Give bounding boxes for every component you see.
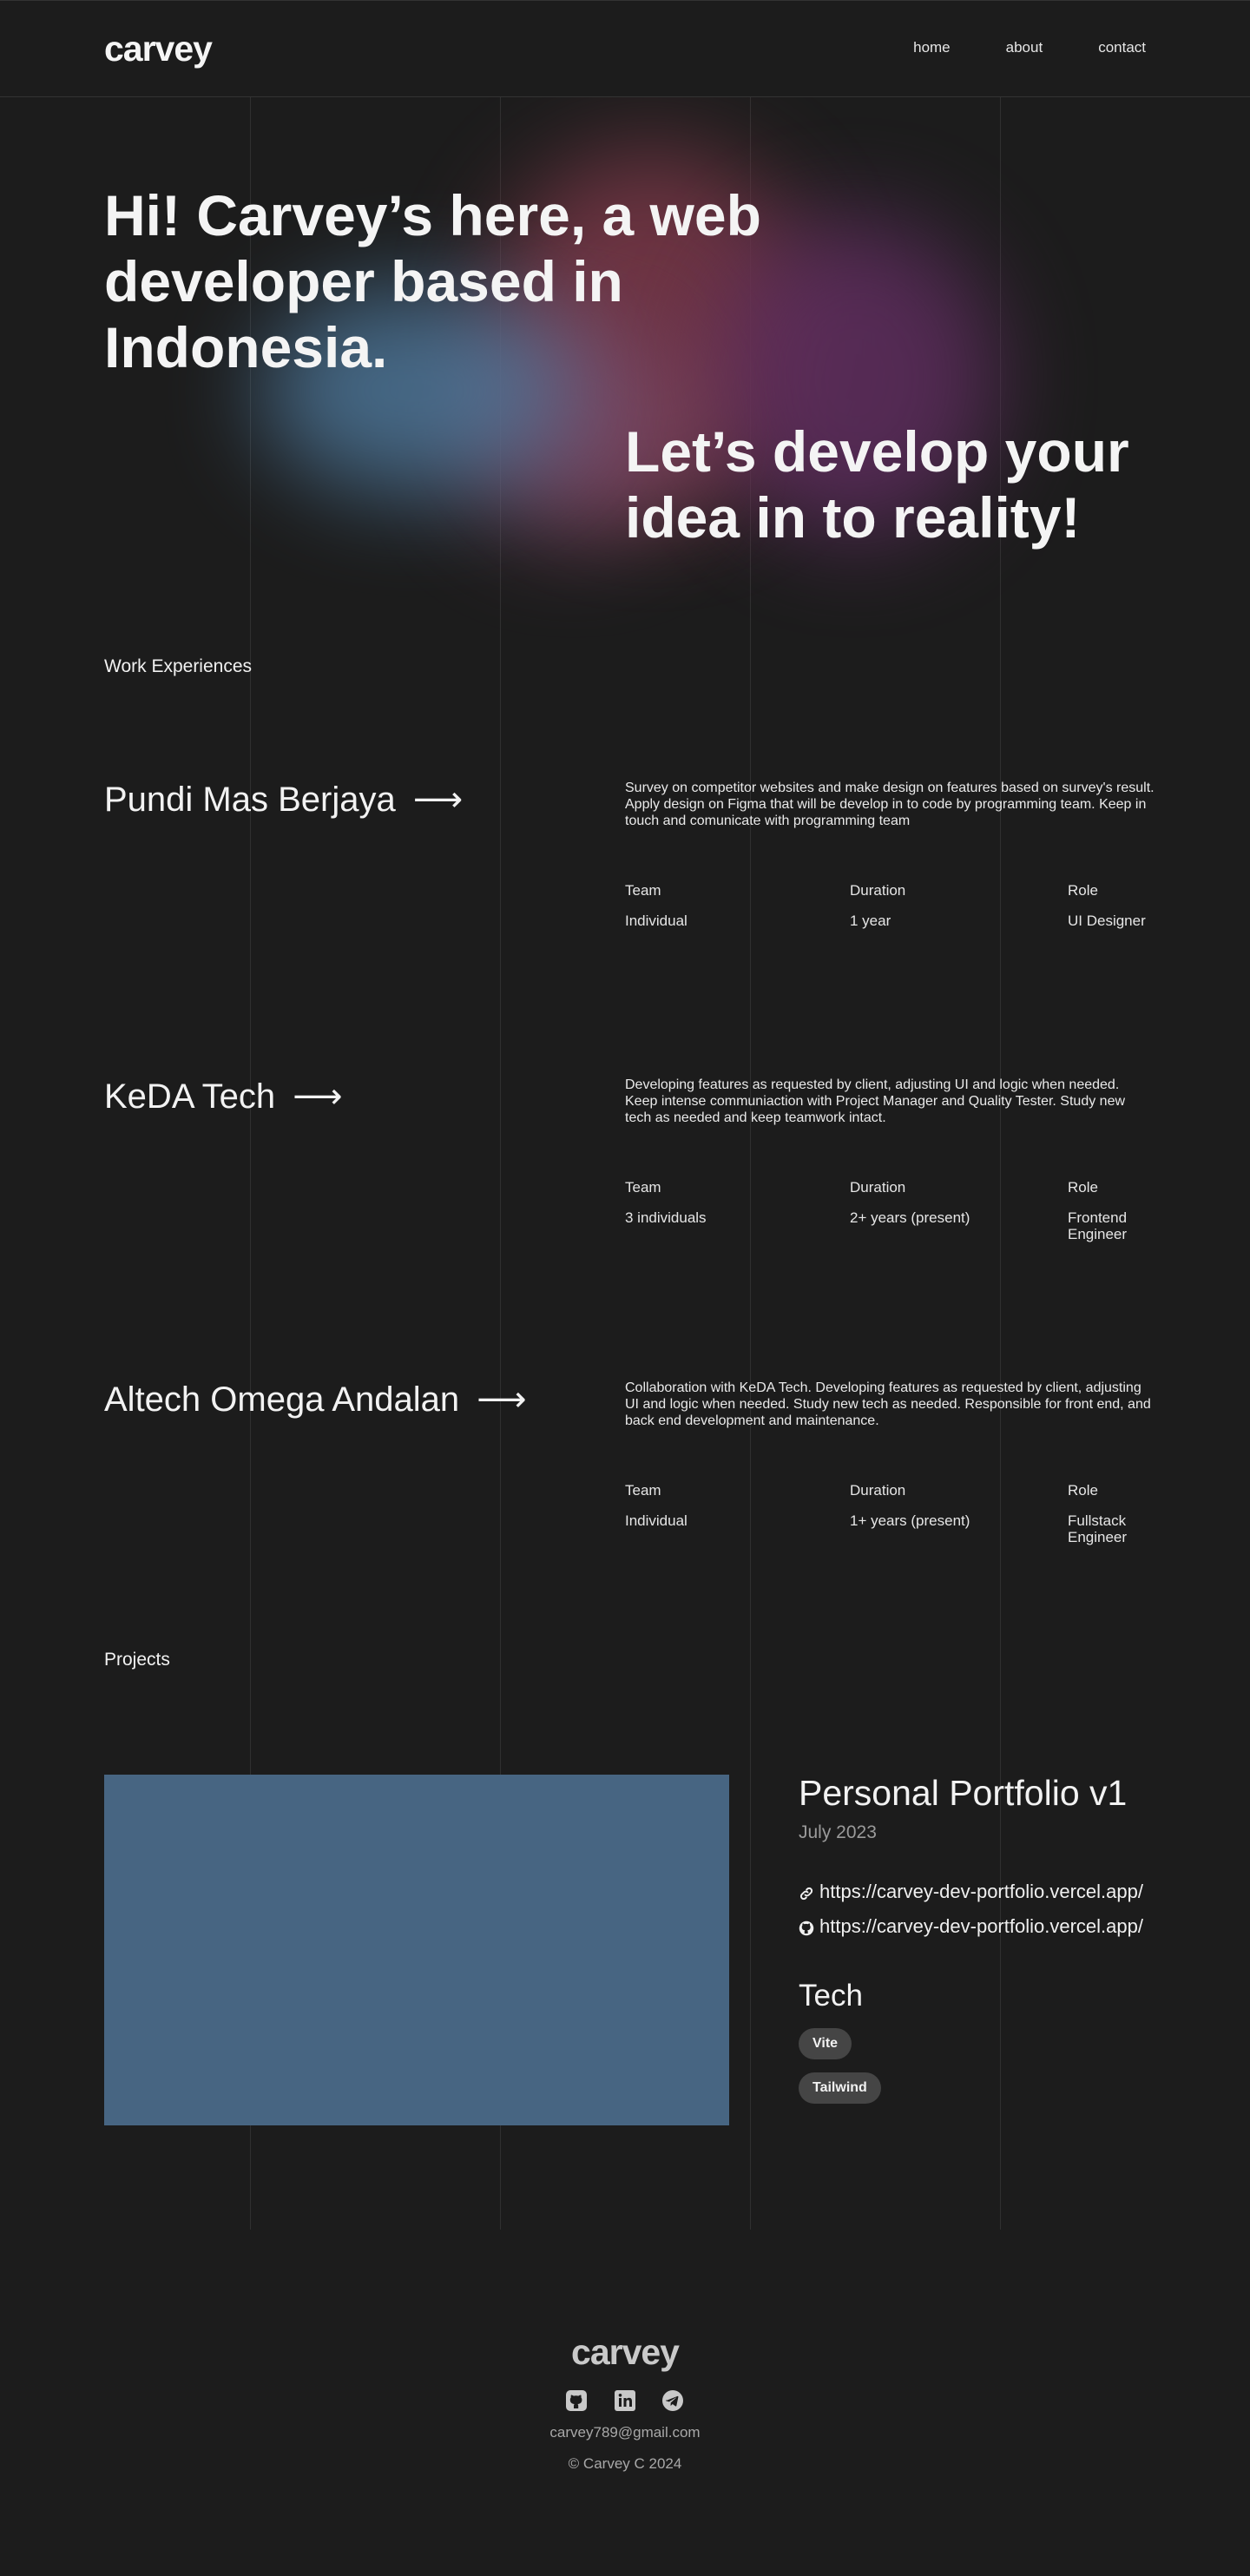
footer-logo[interactable]: carvey [0,2332,1250,2373]
projects-heading: Projects [104,1650,170,1670]
project-live-link[interactable]: https://carvey-dev-portfolio.vercel.app/ [799,1881,1143,1903]
telegram-icon[interactable] [661,2389,684,2412]
site-logo[interactable]: carvey [104,29,213,69]
nav-about[interactable]: about [1006,39,1043,56]
team-label: Team [625,1482,661,1499]
project-repo-text: https://carvey-dev-portfolio.vercel.app/ [819,1915,1143,1937]
footer-copyright: © Carvey C 2024 [568,2455,682,2472]
team-value: Individual [625,1512,688,1529]
team-value: Individual [625,912,688,929]
project-thumbnail[interactable] [104,1775,729,2125]
experience-description: Survey on competitor websites and make d… [625,781,1155,828]
project-date: July 2023 [799,1822,877,1842]
nav-home[interactable]: home [913,39,951,56]
company-link[interactable]: KeDA Tech ⟶ [104,1077,343,1117]
duration-value: 1 year [850,912,891,929]
duration-value: 1+ years (present) [850,1512,970,1529]
footer-email[interactable]: carvey789@gmail.com [0,2424,1250,2441]
company-name: Altech Omega Andalan [104,1380,460,1419]
role-value: Fullstack Engineer [1068,1512,1128,1545]
role-value: UI Designer [1068,912,1146,929]
project-link-text: https://carvey-dev-portfolio.vercel.app/ [819,1881,1143,1902]
duration-label: Duration [850,882,906,899]
tech-chip: Tailwind [799,2072,881,2104]
hero-subheading: Let’s develop your idea in to reality! [625,419,1129,550]
project-repo-link[interactable]: https://carvey-dev-portfolio.vercel.app/ [799,1915,1143,1938]
duration-label: Duration [850,1179,906,1196]
company-name: Pundi Mas Berjaya [104,780,396,819]
linkedin-icon[interactable] [614,2389,636,2412]
role-label: Role [1068,1482,1098,1499]
tech-heading: Tech [799,1979,863,2013]
nav-contact[interactable]: contact [1098,39,1146,56]
grid-line [1000,97,1001,2230]
hero-heading: Hi! Carvey’s here, a web developer based… [104,183,761,379]
github-icon[interactable] [565,2389,588,2412]
arrow-right-icon: ⟶ [412,781,464,819]
team-value: 3 individuals [625,1209,707,1226]
company-name: KeDA Tech [104,1077,276,1116]
role-label: Role [1068,1179,1098,1196]
team-label: Team [625,1179,661,1196]
duration-label: Duration [850,1482,906,1499]
site-header: carvey home about contact [0,0,1250,97]
project-title: Personal Portfolio v1 [799,1773,1128,1813]
role-value: Frontend Engineer [1068,1209,1128,1242]
arrow-right-icon: ⟶ [293,1077,343,1116]
main-nav: home about contact [858,39,1146,56]
duration-value: 2+ years (present) [850,1209,970,1226]
tech-chip: Vite [799,2028,852,2059]
arrow-right-icon: ⟶ [477,1380,527,1419]
experience-description: Developing features as requested by clie… [625,1077,1126,1125]
github-icon [799,1919,814,1936]
company-link[interactable]: Pundi Mas Berjaya ⟶ [104,780,463,820]
experience-description: Collaboration with KeDA Tech. Developing… [625,1380,1151,1428]
company-link[interactable]: Altech Omega Andalan ⟶ [104,1380,527,1420]
link-icon [799,1884,814,1901]
role-label: Role [1068,882,1098,899]
work-experiences-heading: Work Experiences [104,656,253,676]
team-label: Team [625,882,661,899]
